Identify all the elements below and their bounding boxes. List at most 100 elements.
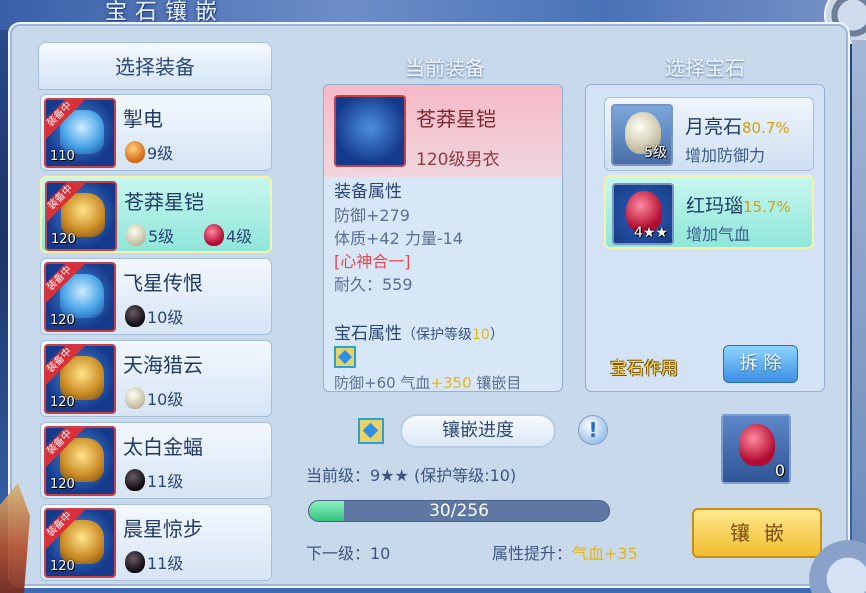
equipment-item[interactable]: 装备中 120 天海猎云 10级 <box>40 340 272 417</box>
attribute-increase-value: 气血+35 <box>572 544 638 563</box>
right-edge-decoration <box>852 40 866 593</box>
attribute-increase-label: 属性提升： <box>492 544 573 563</box>
gem-slot: 4级 <box>204 223 252 247</box>
equipment-icon: 装备中 120 <box>44 508 116 578</box>
next-level: 下一级：10 <box>306 544 391 563</box>
gem-type-icon <box>334 346 356 368</box>
equipment-level: 120 <box>50 477 75 492</box>
onyx-gem-icon <box>125 551 145 573</box>
equipment-name: 太白金蝠 <box>123 435 203 459</box>
gem-function-link[interactable]: 宝石作用 <box>610 354 678 379</box>
gem-effect: 增加气血 <box>686 225 751 244</box>
amber-gem-icon <box>125 141 145 163</box>
equipment-level: 120 <box>50 395 75 410</box>
info-icon[interactable]: ! <box>578 415 608 445</box>
gem-level: 5级 <box>644 145 667 161</box>
ruby-gem-icon <box>739 424 775 466</box>
corner-decoration <box>806 523 866 593</box>
gem-name: 月亮石80.7% <box>685 112 790 139</box>
gem-option-selected[interactable]: 4★★ 红玛瑙15.7% 增加气血 <box>604 175 814 249</box>
equipment-name: 掣电 <box>123 107 163 131</box>
equipment-name: 天海猎云 <box>123 353 203 377</box>
current-equipment-type: 120级男衣 <box>416 150 500 170</box>
armor-icon <box>334 95 406 167</box>
ruby-gem-icon <box>204 224 224 246</box>
current-level: 当前级：9★★ (保护等级:10) <box>306 466 517 485</box>
gem-percent: 80.7% <box>742 119 790 137</box>
protect-level: 10 <box>472 327 490 343</box>
equipment-item[interactable]: 装备中 120 飞星传恨 10级 <box>40 258 272 335</box>
gem-level: 4★★ <box>633 225 668 241</box>
gem-level: 10级 <box>147 390 184 409</box>
gem-attr-text: 防御+60 气血 <box>334 374 431 392</box>
equipment-item[interactable]: 装备中 120 太白金蝠 11级 <box>40 422 272 499</box>
equipment-icon: 装备中 120 <box>45 181 117 251</box>
gem-attr-suffix: 镶嵌目 <box>471 374 522 392</box>
remove-button[interactable]: 拆 除 <box>723 345 798 383</box>
moonstone-gem-icon <box>126 224 146 246</box>
gem-level: 9级 <box>147 144 174 163</box>
gem-attr-bonus: +350 <box>430 374 472 392</box>
attribute-increase: 属性提升：气血+35 <box>492 540 638 564</box>
gem-level: 5级 <box>148 227 175 246</box>
inlay-progress-area: 镶嵌进度 ! 当前级：9★★ (保护等级:10) 30/256 下一级：10 属… <box>300 410 680 590</box>
gem-slot: 5级 <box>126 223 174 247</box>
gem-level: 11级 <box>147 472 184 491</box>
equipment-level: 120 <box>50 559 75 574</box>
gem-slot: 10级 <box>125 386 183 410</box>
inlay-button[interactable]: 镶嵌 <box>692 508 822 558</box>
current-equipment-title: 当前装备 <box>405 56 485 80</box>
gem-icon-box: 4★★ <box>612 183 674 245</box>
attribute-line: 防御+279 <box>334 206 410 225</box>
onyx-gem-icon <box>125 305 145 327</box>
selected-gem-slot[interactable]: 0 <box>721 414 791 484</box>
durability: 耐久：559 <box>334 275 413 294</box>
gem-level: 11级 <box>147 554 184 573</box>
gem-attributes-heading: 宝石属性（保护等级10） <box>334 319 504 344</box>
progress-bar: 30/256 <box>308 500 610 522</box>
current-equipment-name: 苍莽星铠 <box>416 107 496 131</box>
equipment-attributes: 装备属性 防御+279 体质+42 力量-14 [心神合一] 耐久：559 <box>334 181 463 296</box>
select-gem-title: 选择宝石 <box>665 56 745 80</box>
equipment-item[interactable]: 装备中 120 晨星惊步 11级 <box>40 504 272 581</box>
gem-attribute-line: 防御+60 气血+350 镶嵌目 <box>334 372 522 392</box>
special-effect: [心神合一] <box>334 252 411 271</box>
moonstone-gem-icon <box>125 387 145 409</box>
gem-icon-box: 5级 <box>611 104 673 166</box>
gem-level: 4级 <box>226 227 253 246</box>
equipment-item-selected[interactable]: 装备中 120 苍莽星铠 5级 4级 <box>40 176 272 253</box>
progress-text: 30/256 <box>429 501 489 521</box>
equipment-icon: 装备中 120 <box>44 262 116 332</box>
gem-attributes-label: 宝石属性 <box>334 324 402 344</box>
equipment-header: 选择装备 <box>38 42 272 90</box>
gem-level: 10级 <box>147 308 184 327</box>
protect-prefix: （保护等级 <box>402 327 472 343</box>
attributes-heading: 装备属性 <box>334 182 402 202</box>
gem-slot: 9级 <box>125 140 173 164</box>
gem-count: 0 <box>774 461 785 480</box>
gem-slot: 11级 <box>125 550 183 574</box>
equipment-icon: 装备中 110 <box>44 98 116 168</box>
equipment-icon: 装备中 120 <box>44 426 116 496</box>
equipment-level: 110 <box>50 149 75 164</box>
attribute-line: 体质+42 力量-14 <box>334 229 463 248</box>
current-equipment-card[interactable]: 苍莽星铠 120级男衣 装备属性 防御+279 体质+42 力量-14 [心神合… <box>323 84 563 392</box>
gem-effect: 增加防御力 <box>685 146 766 165</box>
gem-name-text: 月亮石 <box>685 116 743 138</box>
gem-slot: 11级 <box>125 468 183 492</box>
equipment-icon: 装备中 120 <box>44 344 116 414</box>
gem-name-text: 红玛瑙 <box>686 195 744 217</box>
equipment-name: 苍莽星铠 <box>124 190 204 214</box>
equipment-level: 120 <box>51 232 76 247</box>
equipment-column: 选择装备 装备中 110 掣电 9级 装备中 120 苍莽星铠 5级 4级 装备… <box>38 42 272 582</box>
equipment-item[interactable]: 装备中 110 掣电 9级 <box>40 94 272 171</box>
equipment-name: 飞星传恨 <box>123 271 203 295</box>
gem-option[interactable]: 5级 月亮石80.7% 增加防御力 <box>604 97 814 171</box>
gem-percent: 15.7% <box>743 198 791 216</box>
protect-suffix: ） <box>489 327 504 343</box>
inlay-progress-title: 镶嵌进度 <box>400 414 556 448</box>
gem-type-icon <box>358 418 384 444</box>
onyx-gem-icon <box>125 469 145 491</box>
gem-slot: 10级 <box>125 304 183 328</box>
current-equipment-header: 苍莽星铠 120级男衣 <box>324 85 562 177</box>
